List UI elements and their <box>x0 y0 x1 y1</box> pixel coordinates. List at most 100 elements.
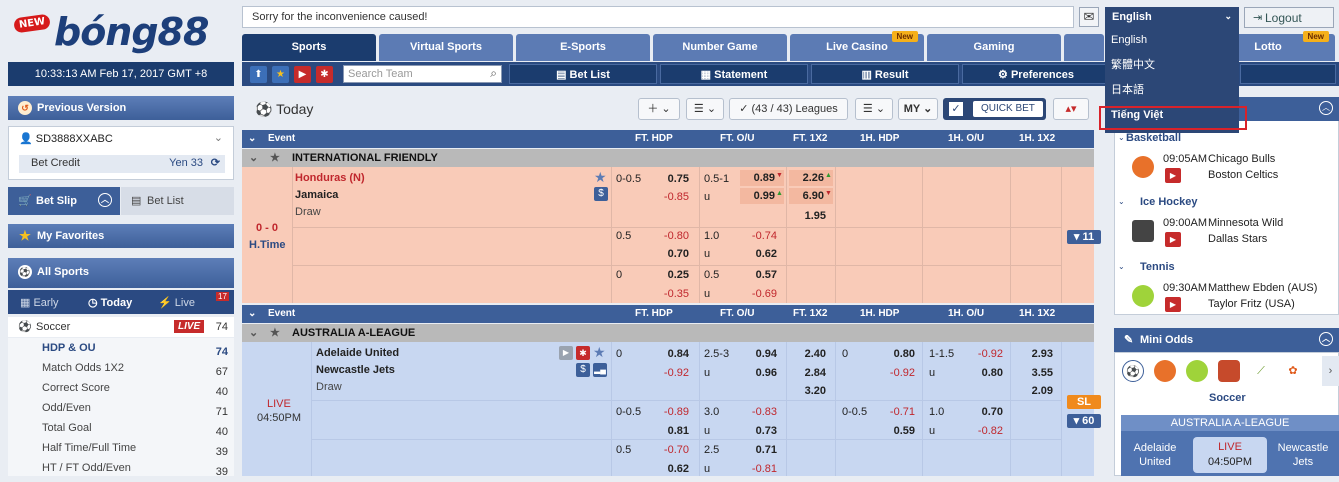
tab-gaming[interactable]: Gaming <box>927 34 1061 61</box>
league-header[interactable]: ⌄ ★ AUSTRALIA A-LEAGUE <box>242 324 1094 342</box>
odds-cell[interactable]: -0.69 <box>740 287 777 301</box>
result-button[interactable]: ▥ Result <box>811 64 959 84</box>
statement-button[interactable]: ▦ Statement <box>660 64 808 84</box>
league-header[interactable]: ⌄ ★ INTERNATIONAL FRIENDLY <box>242 149 1094 167</box>
star-icon[interactable]: ★ <box>272 66 289 83</box>
leagues-filter-button[interactable]: ✓ (43 / 43) Leagues <box>729 98 848 120</box>
odds-cell[interactable]: 0.70 <box>966 405 1003 419</box>
odds-cell[interactable]: -0.83 <box>740 405 777 419</box>
more-markets-button[interactable]: ▾ 60 <box>1067 414 1101 428</box>
sidebar-item-ht-ft-odd-even[interactable]: HT / FT Odd/Even 39 <box>8 458 234 478</box>
odds-cell[interactable]: -0.71 <box>880 405 915 419</box>
odds-cell[interactable]: 0.70 <box>654 247 689 261</box>
sl-button[interactable]: SL <box>1067 395 1101 409</box>
logout-button[interactable]: ⇥ Logout <box>1244 7 1334 28</box>
sidebar-item-hdp-ou[interactable]: HDP & OU 74 <box>8 338 234 358</box>
play-icon[interactable]: ▶ <box>1165 232 1181 247</box>
runner-icon[interactable]: ✱ <box>576 346 590 360</box>
tab-virtual-sports[interactable]: Virtual Sports <box>379 34 513 61</box>
odds-cell[interactable]: -0.85 <box>660 190 689 204</box>
odds-cell[interactable]: -0.82 <box>966 424 1003 438</box>
runner-icon[interactable]: ✱ <box>316 66 333 83</box>
mail-icon[interactable]: ✉ <box>1079 7 1099 27</box>
tab-live-casino[interactable]: Live Casino New <box>790 31 924 61</box>
tennis-ball-icon[interactable] <box>1186 360 1208 382</box>
preferences-button[interactable]: ⚙ Preferences <box>962 64 1110 84</box>
chevron-down-icon[interactable]: ⌄ <box>1118 133 1125 142</box>
tab-today[interactable]: ◷ Today <box>88 296 132 309</box>
sort-odds-icon[interactable]: ▴▾ <box>1053 98 1089 120</box>
odds-cell[interactable]: 1.95 <box>789 209 826 223</box>
odds-cell[interactable]: 0.57 <box>740 268 777 282</box>
language-option-traditional-chinese[interactable]: 繁體中文 <box>1105 53 1239 78</box>
odds-cell[interactable]: 0.94 <box>740 347 777 361</box>
sport-soccer[interactable]: ⚽ Soccer LIVE 74 <box>8 317 234 337</box>
event-away[interactable]: Dallas Stars <box>1208 233 1267 245</box>
odds-cell[interactable]: -0.92 <box>966 347 1003 361</box>
home-team[interactable]: Honduras (N) <box>295 172 365 184</box>
event-away[interactable]: Boston Celtics <box>1208 169 1278 181</box>
play-icon[interactable]: ▶ <box>294 66 311 83</box>
star-icon[interactable]: ★ <box>270 149 280 167</box>
previous-version-button[interactable]: ↺ Previous Version <box>8 96 234 120</box>
odds-cell[interactable]: -0.92 <box>654 366 689 380</box>
event-away[interactable]: Taylor Fritz (USA) <box>1208 298 1295 310</box>
add-filter-button[interactable]: ＋ ⌄ <box>638 98 680 120</box>
odds-cell[interactable]: -0.80 <box>654 229 689 243</box>
upload-icon[interactable]: ⬆ <box>250 66 267 83</box>
quick-bet-toggle[interactable]: ✓ QUICK BET <box>943 98 1046 120</box>
away-team[interactable]: Newcastle Jets <box>316 364 395 376</box>
all-sports-header[interactable]: ⚽ All Sports <box>8 258 234 288</box>
odds-cell[interactable]: 0.62 <box>740 247 777 261</box>
sidebar-item-odd-even[interactable]: Odd/Even 71 <box>8 398 234 418</box>
refresh-icon[interactable]: ⟳ <box>211 156 220 169</box>
play-icon[interactable]: ▶ <box>1165 168 1181 183</box>
soccer-ball-icon[interactable]: ⚽ <box>1122 360 1144 382</box>
chevron-down-icon[interactable]: ⌄ <box>214 131 223 144</box>
basketball-icon[interactable] <box>1154 360 1176 382</box>
stats-icon[interactable]: ▂▄ <box>593 363 607 377</box>
brand-logo[interactable]: NEW bóng88 <box>8 6 209 58</box>
event-home[interactable]: Chicago Bulls <box>1208 153 1275 165</box>
tab-e-sports[interactable]: E-Sports <box>516 34 650 61</box>
mini-match-card[interactable]: AUSTRALIA A-LEAGUE Adelaide United LIVE … <box>1121 415 1339 476</box>
odds-cell[interactable]: 2.93 <box>1016 347 1053 361</box>
odds-cell[interactable]: 0.73 <box>740 424 777 438</box>
sidebar-item-ht-ft[interactable]: Half Time/Full Time 39 <box>8 438 234 458</box>
collapse-icon[interactable]: ⌄ <box>248 305 256 323</box>
odds-cell[interactable]: 0.96 <box>740 366 777 380</box>
event-home[interactable]: Minnesota Wild <box>1208 217 1283 229</box>
odds-cell[interactable]: 2.84 <box>789 366 826 380</box>
collapse-icon[interactable]: ︿ <box>1319 101 1333 115</box>
star-icon[interactable]: ★ <box>594 169 607 186</box>
odds-cell[interactable]: 3.55 <box>1016 366 1053 380</box>
odds-cell[interactable]: 0.80 <box>880 347 915 361</box>
odds-cell[interactable]: -0.89 <box>654 405 689 419</box>
more-sports-icon[interactable]: ✿ <box>1282 360 1304 382</box>
odds-cell[interactable]: 0.59 <box>880 424 915 438</box>
tab-sports[interactable]: Sports <box>242 34 376 61</box>
search-input[interactable]: Search Team ⌕ <box>343 65 502 83</box>
odds-cell[interactable]: 0.80 <box>966 366 1003 380</box>
sidebar-item-match-odds[interactable]: Match Odds 1X2 67 <box>8 358 234 378</box>
chevron-down-icon[interactable]: ⌄ <box>1118 197 1125 206</box>
language-select[interactable]: English ⌄ <box>1105 7 1239 28</box>
sidebar-item-total-goal[interactable]: Total Goal 40 <box>8 418 234 438</box>
tab-live[interactable]: ⚡ Live <box>158 296 195 309</box>
collapse-icon[interactable]: ⌄ <box>248 130 256 148</box>
sort-button[interactable]: ☰ ⌄ <box>686 98 724 120</box>
sidebar-item-correct-score[interactable]: Correct Score 40 <box>8 378 234 398</box>
football-icon[interactable] <box>1218 360 1240 382</box>
odds-cell[interactable]: -0.35 <box>654 287 689 301</box>
tab-early[interactable]: ▦ Early <box>20 296 59 309</box>
odds-cell[interactable]: 2.40 <box>789 347 826 361</box>
event-home[interactable]: Matthew Ebden (AUS) <box>1208 282 1317 294</box>
chevron-right-icon[interactable]: › <box>1322 356 1339 386</box>
collapse-icon[interactable]: ︿ <box>1319 332 1333 346</box>
away-team[interactable]: Jamaica <box>295 189 338 201</box>
odds-cell[interactable]: 0.71 <box>740 443 777 457</box>
tab-number-game[interactable]: Number Game <box>653 34 787 61</box>
baseball-bat-icon[interactable]: ⟋ <box>1250 360 1272 382</box>
star-icon[interactable]: ★ <box>270 324 280 342</box>
collapse-icon[interactable]: ︿ <box>98 193 112 207</box>
